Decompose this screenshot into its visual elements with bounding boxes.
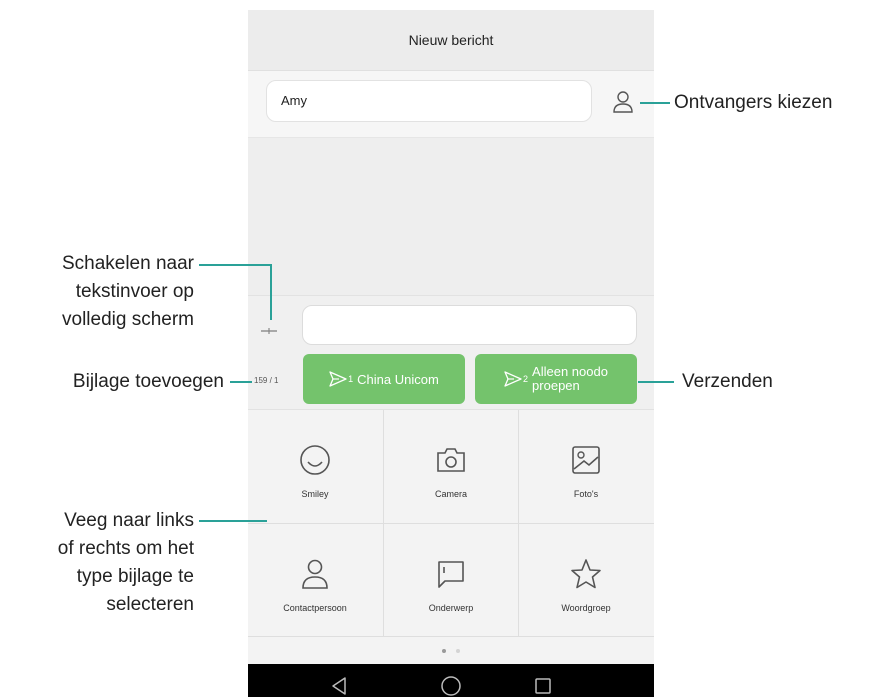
- star-icon: [568, 556, 604, 592]
- callout-fullscreen: Schakelen naar tekstinvoer op volledig s…: [61, 253, 194, 330]
- callout-swipe: Veeg naar links of rechts om het type bi…: [57, 510, 194, 615]
- sim-number: 2: [523, 374, 529, 384]
- recipient-bar: Amy: [248, 71, 654, 138]
- callout-recipients: Ontvangers kiezen: [674, 92, 833, 113]
- message-thread-area: [248, 138, 654, 295]
- callout-line: [270, 264, 272, 320]
- callout-line: [199, 520, 267, 522]
- camera-icon: [433, 442, 469, 478]
- sim-number: 1: [348, 374, 354, 384]
- callout-line: [199, 264, 271, 266]
- phone-screen: Nieuw bericht Amy 159 / 1 1 China Unicom…: [248, 10, 654, 697]
- send-sim1-label: China Unicom: [357, 371, 439, 387]
- page-indicator: [248, 637, 654, 664]
- attach-camera[interactable]: Camera: [384, 410, 518, 523]
- recents-icon[interactable]: [529, 672, 557, 697]
- callout-attach: Bijlage toevoegen: [72, 371, 224, 392]
- photo-icon: [568, 442, 604, 478]
- attachment-grid: Smiley Camera Foto's Contactpersoon Onde…: [248, 409, 654, 638]
- callout-send: Verzenden: [682, 371, 773, 392]
- callout-line: [640, 102, 670, 104]
- callout-line: [230, 381, 252, 383]
- attach-smiley[interactable]: Smiley: [248, 410, 382, 523]
- message-input[interactable]: [302, 305, 637, 345]
- contact-icon: [297, 556, 333, 592]
- page-dot: [456, 648, 460, 653]
- attach-photos[interactable]: Foto's: [519, 410, 653, 523]
- composer: 159 / 1 1 China Unicom 2 Alleen noodo pr…: [248, 295, 654, 409]
- contact-picker-icon[interactable]: [610, 88, 636, 116]
- home-icon[interactable]: [437, 672, 465, 697]
- smiley-icon: [297, 442, 333, 478]
- attach-contact[interactable]: Contactpersoon: [248, 524, 382, 637]
- send-icon: [504, 371, 522, 387]
- page-dot-active: [442, 648, 446, 653]
- expand-icon[interactable]: [258, 320, 280, 342]
- send-sim2-button[interactable]: 2 Alleen noodo proepen: [475, 354, 637, 404]
- system-navbar: [248, 664, 654, 697]
- attach-phrase[interactable]: Woordgroep: [519, 524, 653, 637]
- send-icon: [329, 371, 347, 387]
- send-sim1-button[interactable]: 1 China Unicom: [303, 354, 465, 404]
- character-counter: 159 / 1: [254, 376, 279, 385]
- callout-line: [638, 381, 674, 383]
- page-title: Nieuw bericht: [248, 10, 654, 71]
- attach-subject[interactable]: Onderwerp: [384, 524, 518, 637]
- send-sim2-label: Alleen noodo proepen: [532, 364, 608, 393]
- back-icon[interactable]: [325, 672, 353, 697]
- recipient-input[interactable]: Amy: [266, 80, 592, 122]
- subject-icon: [433, 556, 469, 592]
